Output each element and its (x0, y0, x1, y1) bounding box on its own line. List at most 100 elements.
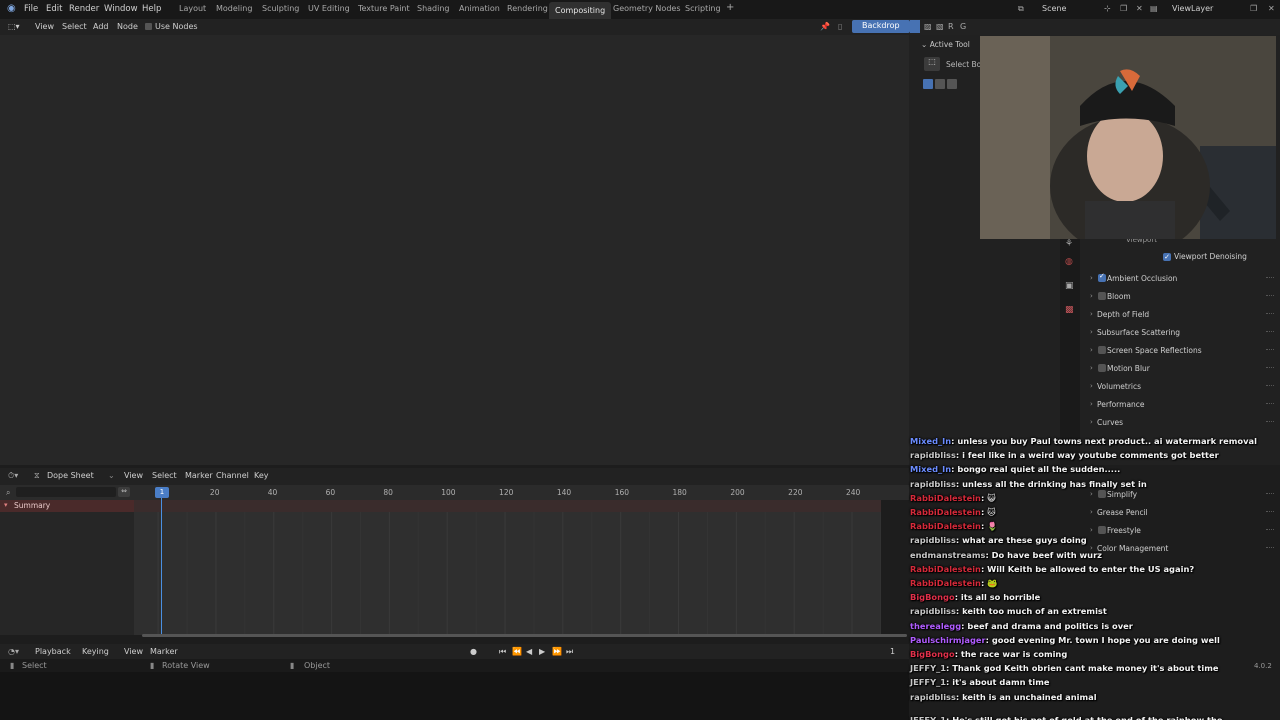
view-layer-icon[interactable]: ▤ (1150, 4, 1158, 13)
delete-view-layer-icon[interactable]: ✕ (1268, 4, 1275, 13)
timeline-menu-keying[interactable]: Keying (82, 647, 109, 656)
node-tree-icon[interactable]: ▯ (838, 22, 842, 31)
drag-handle-icon[interactable] (1266, 421, 1274, 422)
editor-type-icon[interactable]: ⬚▾ (8, 22, 20, 31)
keyframe-area[interactable] (134, 500, 881, 635)
next-keyframe-icon[interactable]: ⏩ (552, 647, 562, 656)
prev-keyframe-icon[interactable]: ⏪ (512, 647, 522, 656)
chevron-right-icon[interactable]: › (1090, 274, 1093, 282)
drag-handle-icon[interactable] (1266, 349, 1274, 350)
chevron-right-icon[interactable]: › (1090, 346, 1093, 354)
tab-layout[interactable]: Layout (179, 4, 206, 13)
tab-geometry-nodes[interactable]: Geometry Nodes (613, 4, 680, 13)
node-menu-select[interactable]: Select (62, 22, 87, 31)
select-mode-extend-icon[interactable] (935, 79, 945, 89)
current-frame-indicator[interactable]: 1 (155, 487, 169, 498)
property-panel-row[interactable]: › Performance (1088, 397, 1274, 413)
dope-menu-channel[interactable]: Channel (216, 471, 249, 480)
play-icon[interactable]: ▶ (539, 647, 545, 656)
collection-properties-icon[interactable]: ▣ (1065, 281, 1074, 291)
tab-sculpting[interactable]: Sculpting (262, 4, 299, 13)
tab-scripting[interactable]: Scripting (685, 4, 721, 13)
play-reverse-icon[interactable]: ◀ (526, 647, 532, 656)
world-properties-icon[interactable]: ◍ (1065, 257, 1073, 267)
select-box-icon[interactable]: ⬚ (924, 57, 940, 71)
viewport-denoising-checkbox[interactable]: ✓ (1163, 253, 1171, 261)
chevron-right-icon[interactable]: › (1090, 418, 1093, 426)
dope-menu-view[interactable]: View (124, 471, 143, 480)
property-panel-row[interactable]: › Subsurface Scattering (1088, 325, 1274, 341)
drag-handle-icon[interactable] (1266, 385, 1274, 386)
add-workspace-icon[interactable]: + (726, 2, 734, 13)
node-menu-node[interactable]: Node (117, 22, 138, 31)
editor-type-icon[interactable]: ◔▾ (8, 647, 19, 656)
drag-handle-icon[interactable] (1266, 277, 1274, 278)
node-menu-view[interactable]: View (35, 22, 54, 31)
property-panel-row[interactable]: › Volumetrics (1088, 379, 1274, 395)
tab-animation[interactable]: Animation (459, 4, 500, 13)
chevron-right-icon[interactable]: › (1090, 328, 1093, 336)
dope-sheet-mode-select[interactable]: Dope Sheet (47, 471, 94, 480)
drag-handle-icon[interactable] (1266, 367, 1274, 368)
timeline-menu-view[interactable]: View (124, 647, 143, 656)
chevron-right-icon[interactable]: › (1090, 364, 1093, 372)
new-view-layer-icon[interactable]: ❐ (1250, 4, 1257, 13)
horizontal-scrollbar[interactable] (142, 634, 907, 637)
chevron-down-icon[interactable]: ⌄ (108, 471, 115, 480)
tab-modeling[interactable]: Modeling (216, 4, 252, 13)
jump-start-icon[interactable]: ⏮ (499, 647, 506, 657)
drag-handle-icon[interactable] (1266, 313, 1274, 314)
node-menu-add[interactable]: Add (93, 22, 109, 31)
timeline-menu-playback[interactable]: Playback (35, 647, 71, 656)
panel-enable-checkbox[interactable] (1098, 364, 1106, 372)
select-mode-subtract-icon[interactable] (947, 79, 957, 89)
tab-texture-paint[interactable]: Texture Paint (358, 4, 410, 13)
drag-handle-icon[interactable] (1266, 295, 1274, 296)
node-editor-canvas[interactable] (0, 35, 909, 465)
dope-menu-select[interactable]: Select (152, 471, 177, 480)
channel-search-input[interactable] (16, 487, 116, 497)
menu-render[interactable]: Render (69, 4, 99, 14)
dope-menu-key[interactable]: Key (254, 471, 269, 480)
tab-compositing[interactable]: Compositing (549, 2, 612, 19)
menu-help[interactable]: Help (142, 4, 161, 14)
channel-rgb-icon[interactable]: ▨ (924, 22, 932, 31)
drag-handle-icon[interactable] (1266, 331, 1274, 332)
property-panel-row[interactable]: › Motion Blur (1088, 361, 1274, 377)
render-properties-icon[interactable]: ⚘ (1065, 239, 1073, 249)
record-icon[interactable]: ● (470, 647, 477, 656)
timeline-menu-marker[interactable]: Marker (150, 647, 178, 656)
backdrop-channel-icon[interactable] (910, 20, 920, 33)
panel-enable-checkbox[interactable] (1098, 272, 1106, 282)
channel-g-icon[interactable]: G (960, 22, 966, 31)
tab-shading[interactable]: Shading (417, 4, 450, 13)
menu-edit[interactable]: Edit (46, 4, 62, 14)
chevron-right-icon[interactable]: › (1090, 310, 1093, 318)
summary-channel[interactable]: ▾ Summary (0, 500, 134, 512)
channel-r-icon[interactable]: R (948, 22, 954, 31)
chevron-right-icon[interactable]: › (1090, 400, 1093, 408)
swap-icon[interactable]: ⇔ (118, 487, 130, 497)
tab-uv-editing[interactable]: UV Editing (308, 4, 350, 13)
tab-rendering[interactable]: Rendering (507, 4, 548, 13)
pin-icon[interactable]: 📌 (820, 22, 830, 31)
property-panel-row[interactable]: › Depth of Field (1088, 307, 1274, 323)
view-layer-name[interactable]: ViewLayer (1172, 4, 1213, 13)
panel-enable-checkbox[interactable] (1098, 292, 1106, 300)
menu-window[interactable]: Window (104, 4, 138, 14)
pin-icon[interactable]: ⊹ (1104, 4, 1111, 13)
drag-handle-icon[interactable] (1266, 403, 1274, 404)
frame-ruler[interactable]: ⌕ ⇔ 20 40 60 80 100 120 140 160 180 200 220 240 (0, 485, 909, 500)
chevron-down-icon[interactable]: ▾ (4, 501, 8, 509)
viewport-denoising-row[interactable]: ✓ Viewport Denoising (1163, 251, 1273, 263)
scene-name[interactable]: Scene (1042, 4, 1066, 13)
frame-field[interactable]: 1 (890, 647, 895, 656)
property-panel-row[interactable]: › Ambient Occlusion (1088, 271, 1274, 287)
select-mode-new-icon[interactable] (923, 79, 933, 89)
delete-scene-icon[interactable]: ✕ (1136, 4, 1143, 13)
jump-end-icon[interactable]: ⏭ (566, 647, 573, 657)
scene-icon[interactable]: ⧉ (1018, 4, 1024, 14)
texture-properties-icon[interactable]: ▩ (1065, 305, 1074, 315)
property-panel-row[interactable]: › Screen Space Reflections (1088, 343, 1274, 359)
dope-menu-marker[interactable]: Marker (185, 471, 213, 480)
